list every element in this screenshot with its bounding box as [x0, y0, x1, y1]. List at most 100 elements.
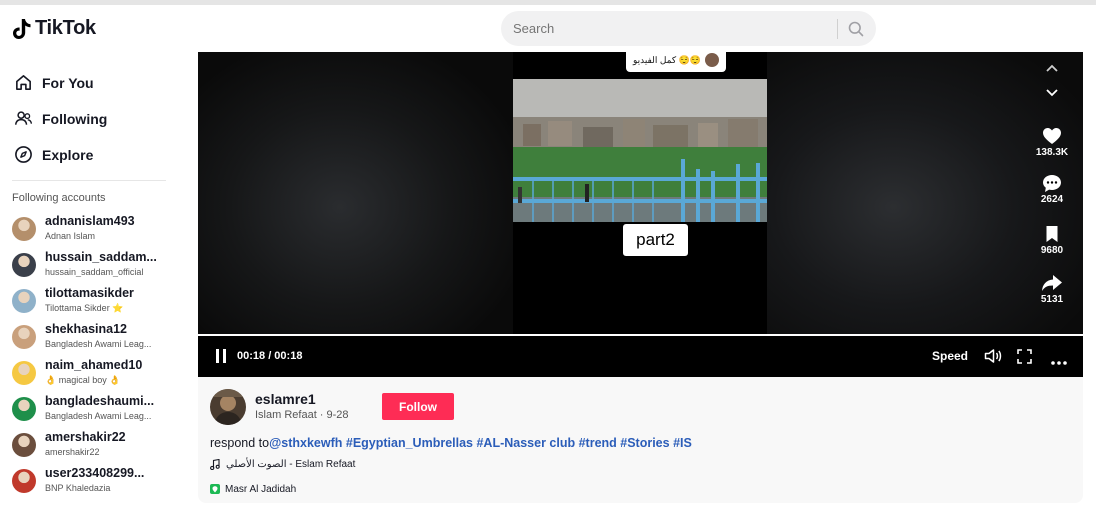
author-avatar-image [210, 389, 246, 425]
account-username: shekhasina12 [45, 322, 127, 336]
account-username: adnanislam493 [45, 214, 135, 228]
nav-label: Explore [42, 146, 94, 163]
share-icon [1042, 275, 1062, 291]
following-account-item[interactable]: hussain_saddam... hussain_saddam_official [12, 250, 172, 282]
comment-icon [1043, 174, 1061, 192]
nav-for-you[interactable]: For You [14, 73, 94, 92]
following-account-item[interactable]: adnanislam493 Adnan Islam [12, 214, 172, 246]
avatar [12, 217, 36, 241]
nav-label: For You [42, 74, 94, 91]
bookmark-icon [1046, 226, 1058, 242]
account-display-name: 👌 magical boy 👌 [45, 375, 121, 385]
avatar [12, 253, 36, 277]
account-display-name: Bangladesh Awami Leag... [45, 411, 152, 421]
account-username: bangladeshaumi... [45, 394, 155, 408]
part-label: part2 [623, 224, 688, 256]
avatar [12, 397, 36, 421]
logo-text: TikTok [35, 17, 96, 39]
following-account-item[interactable]: bangladeshaumi... Bangladesh Awami Leag..… [12, 394, 172, 426]
chevron-down-icon [1046, 89, 1058, 97]
caption-overlay: كمل الفيديو 😌😌 [626, 52, 726, 72]
following-accounts-heading: Following accounts [12, 192, 106, 204]
account-display-name: Adnan Islam [45, 231, 96, 241]
nav-following[interactable]: Following [14, 109, 107, 128]
sound-name: الصوت الأصلي - Eslam Refaat [226, 459, 356, 470]
following-account-item[interactable]: user233408299... BNP Khaledazia [12, 466, 172, 498]
more-icon [1051, 361, 1067, 365]
fullscreen-button[interactable] [1017, 349, 1032, 364]
account-display-name: amershakir22 [45, 447, 100, 457]
chevron-up-icon [1046, 64, 1058, 72]
account-display-name: BNP Khaledazia [45, 483, 111, 493]
account-display-name: hussain_saddam_official [45, 267, 144, 277]
video-player[interactable]: كمل الفيديو 😌😌 part2 138.3K 2624 9680 51… [198, 52, 1083, 377]
stadium-scene-image [513, 79, 767, 222]
volume-button[interactable] [984, 348, 1002, 364]
avatar [12, 433, 36, 457]
sidebar: For You Following Explore Following acco… [0, 52, 180, 505]
nav-label: Following [42, 110, 108, 127]
following-icon [14, 111, 33, 125]
like-count: 138.3K [1035, 147, 1069, 158]
video-frame[interactable]: كمل الفيديو 😌😌 part2 [513, 52, 767, 334]
author-avatar[interactable] [210, 389, 246, 425]
share-count: 5131 [1040, 294, 1064, 305]
sidebar-divider [12, 180, 166, 181]
like-button[interactable]: 138.3K [1026, 125, 1078, 158]
search-button[interactable] [845, 19, 867, 39]
home-icon [16, 75, 31, 90]
avatar [12, 361, 36, 385]
account-username: naim_ahamed10 [45, 358, 143, 372]
next-video-button[interactable] [1026, 82, 1078, 104]
account-username: hussain_saddam... [45, 250, 157, 264]
account-display-name: Bangladesh Awami Leag... [45, 339, 152, 349]
fullscreen-icon [1017, 349, 1032, 364]
account-username: tilottamasikder [45, 286, 134, 300]
account-display-name: Tilottama Sikder ⭐ [45, 303, 124, 313]
more-options-button[interactable] [1050, 353, 1068, 365]
account-username: user233408299... [45, 466, 145, 480]
share-button[interactable]: 5131 [1026, 272, 1078, 305]
top-bar: TikTok [0, 0, 1096, 52]
following-account-item[interactable]: amershakir22 amershakir22 [12, 430, 172, 462]
author-username[interactable]: eslamre1 [255, 391, 316, 407]
search-input[interactable] [513, 11, 833, 46]
save-button[interactable]: 9680 [1026, 223, 1078, 256]
post-info: eslamre1 Islam Refaat · 9-28 Follow resp… [198, 377, 1083, 503]
account-username: amershakir22 [45, 430, 126, 444]
pause-icon [216, 349, 226, 363]
video-blur-background-left [198, 52, 513, 334]
avatar [12, 289, 36, 313]
sound-link[interactable]: الصوت الأصلي - Eslam Refaat [210, 459, 355, 470]
description-prefix: respond to [210, 436, 270, 450]
comment-count: 2624 [1040, 194, 1064, 205]
search-bar [501, 11, 876, 46]
avatar [12, 469, 36, 493]
location-name: Masr Al Jadidah [225, 483, 297, 495]
caption-avatar [705, 53, 720, 67]
follow-button[interactable]: Follow [382, 393, 454, 420]
caption-overlay-text: كمل الفيديو 😌😌 [632, 54, 702, 65]
tiktok-logo[interactable]: TikTok [12, 17, 96, 40]
video-controls: 00:18 / 00:18 Speed [198, 336, 1083, 377]
pause-button[interactable] [214, 348, 228, 364]
heart-icon [1043, 128, 1061, 144]
volume-icon [984, 349, 1002, 363]
following-account-item[interactable]: shekhasina12 Bangladesh Awami Leag... [12, 322, 172, 354]
music-note-icon [210, 459, 220, 470]
location-tag[interactable]: Masr Al Jadidah [210, 481, 296, 497]
compass-icon [15, 146, 32, 163]
time-display: 00:18 / 00:18 [237, 350, 303, 362]
previous-video-button[interactable] [1026, 57, 1078, 79]
following-account-item[interactable]: tilottamasikder Tilottama Sikder ⭐ [12, 286, 172, 318]
speed-button[interactable]: Speed [932, 349, 968, 363]
search-divider [837, 19, 838, 39]
avatar [12, 325, 36, 349]
tiktok-note-icon [13, 18, 31, 39]
location-pin-icon [210, 484, 220, 494]
nav-explore[interactable]: Explore [14, 145, 93, 164]
comment-button[interactable]: 2624 [1026, 172, 1078, 205]
following-account-item[interactable]: naim_ahamed10 👌 magical boy 👌 [12, 358, 172, 390]
video-actions: 138.3K 2624 9680 5131 [1026, 52, 1078, 334]
description-tags[interactable]: @sthxkewfh #Egyptian_Umbrellas #AL-Nasse… [269, 436, 692, 450]
